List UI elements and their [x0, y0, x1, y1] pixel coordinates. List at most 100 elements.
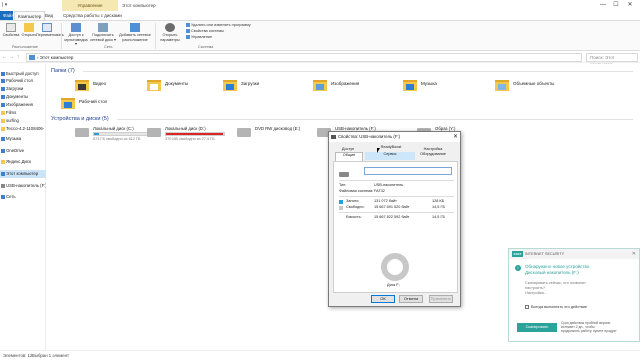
drive-item[interactable]: Локальный диск (D:) 370 МБ свободно из 27…	[147, 126, 237, 142]
system-properties-button[interactable]: Свойства системы	[186, 29, 224, 33]
window-title: Этот компьютер	[122, 3, 156, 8]
drive-item[interactable]: DVD RW дисковод (E:)	[237, 126, 327, 142]
sidebar-item-label: Тессо-4.2-1108406-	[6, 126, 45, 131]
folders-header[interactable]: Папки (7)	[51, 68, 75, 74]
manage-button[interactable]: Управление	[186, 35, 212, 39]
type-label: Тип:	[339, 183, 347, 187]
sidebar-item-icon	[1, 127, 5, 131]
access-media-button[interactable]: Доступ к мультимедиа ▾	[64, 23, 88, 47]
tab-access[interactable]: Доступ	[337, 147, 359, 152]
tab-readyboost[interactable]: ReadyBoost	[369, 145, 413, 152]
add-network-location-button[interactable]: Добавить сетевое расположение	[118, 23, 152, 42]
folder-name: Рабочий стол	[79, 99, 108, 104]
apply-button[interactable]: Применить	[429, 295, 453, 303]
properties-dialog: Свойства: USB-накопитель (F:) ✕ Доступ R…	[328, 131, 461, 307]
address-bar-row: ← → ↑ › Этот компьютер Поиск: Этот компь…	[0, 52, 640, 67]
sidebar-item[interactable]: Films	[0, 109, 46, 117]
drives-header[interactable]: Устройства и диски (5)	[51, 116, 109, 122]
sidebar-item[interactable]: OneDrive	[0, 147, 46, 155]
sidebar-item[interactable]: USB-накопитель (F:)	[0, 182, 46, 190]
sidebar-item[interactable]: Этот компьютер	[0, 170, 46, 178]
folder-badge-icon	[78, 84, 86, 90]
drive-icon	[237, 128, 251, 137]
properties-button[interactable]: Свойства	[2, 23, 20, 38]
quick-access-toolbar[interactable]: | ▾	[2, 2, 7, 8]
folder-icon	[495, 80, 509, 91]
tab-view[interactable]: Вид	[42, 11, 56, 20]
folder-icon	[75, 80, 89, 91]
free-swatch	[339, 206, 343, 210]
free-bytes: 15 667 691 520 байт	[374, 205, 410, 209]
search-input[interactable]: Поиск: Этот компьютер	[586, 53, 638, 67]
folder-item[interactable]: Объемные объекты	[495, 78, 585, 98]
sidebar-item[interactable]: Рабочий стол	[0, 77, 46, 85]
maximize-button[interactable]: ☐	[610, 1, 622, 10]
tab-settings[interactable]: Настройка	[415, 147, 451, 152]
eset-header: ESET INTERNET SECURITY ✕	[509, 249, 639, 259]
scan-button[interactable]: Сканировать	[517, 323, 557, 332]
drive-usage-fill	[166, 133, 224, 135]
group-system-label: Система	[198, 45, 214, 49]
tab-drive-tools[interactable]: Средства работы с дисками	[60, 11, 125, 20]
sidebar-item-icon	[1, 149, 5, 153]
up-button[interactable]: ↑	[17, 54, 20, 60]
tab-general[interactable]: Общие	[335, 152, 363, 161]
folder-item[interactable]: Рабочий стол	[61, 96, 151, 116]
dialog-title-bar[interactable]: Свойства: USB-накопитель (F:) ✕	[329, 132, 460, 142]
folder-item[interactable]: Изображения	[313, 78, 403, 98]
eset-device: Дисковый накопитель (F:)	[525, 270, 579, 275]
tab-service[interactable]: Сервис	[365, 152, 415, 160]
sidebar-item[interactable]: Яндекс.Диск	[0, 158, 46, 166]
context-tab-manage[interactable]: Управление	[62, 0, 118, 11]
capacity-bytes: 15 667 822 592 байт	[374, 215, 410, 219]
sidebar-item[interactable]: Документы	[0, 93, 46, 101]
title-bar: | ▾ Управление Этот компьютер — ☐ ✕	[0, 0, 640, 11]
forward-button[interactable]: →	[9, 54, 14, 60]
open-settings-button[interactable]: Открыть параметры	[158, 23, 182, 42]
tab-hardware[interactable]: Оборудование	[415, 152, 451, 157]
uninstall-program-button[interactable]: Удалить или изменить программу	[186, 23, 251, 27]
folder-item[interactable]: Загрузки	[223, 78, 313, 98]
eset-settings-link[interactable]: Настройка…	[525, 291, 548, 295]
map-drive-button[interactable]: Подключить сетевой диск ▾	[90, 23, 116, 42]
sidebar-item[interactable]: surfing	[0, 117, 46, 125]
drive-label-input[interactable]	[364, 167, 452, 175]
close-button[interactable]: ✕	[624, 1, 636, 10]
system-icon	[186, 29, 190, 33]
eset-close-button[interactable]: ✕	[632, 249, 636, 259]
folder-badge-icon	[316, 84, 324, 90]
rename-button[interactable]: Переименовать	[36, 23, 64, 38]
folder-item[interactable]: Музыка	[403, 78, 493, 98]
filesystem-value: FAT32	[374, 189, 385, 193]
sidebar-item[interactable]: Тессо-4.2-1108406-	[0, 125, 46, 133]
sidebar-item-icon	[1, 119, 5, 123]
ok-button[interactable]: ОК	[371, 295, 395, 303]
cancel-button[interactable]: Отмена	[399, 295, 423, 303]
gear-icon	[165, 23, 175, 32]
tab-file[interactable]: Файл	[0, 11, 14, 20]
type-value: USB-накопитель	[374, 183, 404, 187]
address-field[interactable]: › Этот компьютер	[26, 53, 582, 62]
drive-free-space: 573 ГБ свободно из 612 ГБ	[93, 137, 141, 141]
folder-icon	[223, 80, 237, 91]
sidebar-item[interactable]: Музыка	[0, 135, 46, 143]
tab-computer[interactable]: Компьютер	[14, 11, 46, 20]
always-do-checkbox[interactable]: Всегда выполнять это действие	[525, 305, 587, 309]
sidebar-item-icon	[1, 111, 5, 115]
sidebar-item[interactable]: Сеть	[0, 193, 46, 201]
sidebar-item-icon	[1, 160, 5, 164]
minimize-button[interactable]: —	[597, 1, 609, 10]
back-button[interactable]: ←	[2, 54, 7, 60]
drive-name: Локальный диск (C:)	[93, 126, 134, 131]
filesystem-label: Файловая система:	[339, 189, 374, 193]
folder-name: Объемные объекты	[513, 81, 555, 86]
folder-badge-icon	[226, 84, 234, 90]
sidebar-item[interactable]: Изображения	[0, 101, 46, 109]
dialog-close-button[interactable]: ✕	[453, 132, 458, 142]
sidebar-item-label: Документы	[6, 94, 29, 99]
info-icon: i	[515, 265, 521, 271]
folders-header-line	[83, 71, 633, 72]
separator	[339, 212, 454, 213]
ribbon-tabs: Файл Компьютер Вид Средства работы с дис…	[0, 11, 640, 20]
sidebar-item[interactable]: Загрузки	[0, 85, 46, 93]
